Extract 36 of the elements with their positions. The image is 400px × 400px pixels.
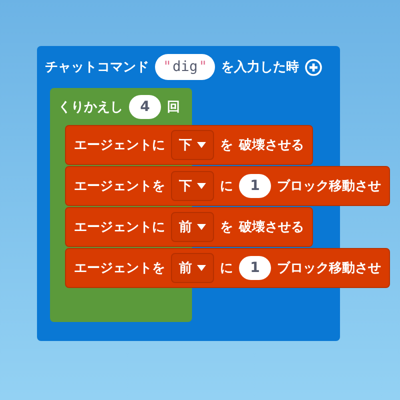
add-icon[interactable] — [305, 58, 322, 76]
block-label: を入力した時 — [221, 58, 300, 76]
direction-dropdown[interactable]: 前 — [171, 212, 214, 242]
caret-icon — [197, 142, 206, 148]
quote-mark: " — [198, 59, 208, 75]
caret-icon — [197, 265, 206, 271]
block-label: チャットコマンド — [45, 59, 149, 76]
block-label: エージェントに — [74, 137, 165, 154]
number-field[interactable]: 1 — [239, 174, 271, 198]
dropdown-value: 下 — [179, 178, 192, 195]
number-field[interactable]: 4 — [129, 94, 161, 118]
dropdown-value: 前 — [179, 260, 192, 277]
block-label: エージェントを — [74, 260, 165, 277]
caret-icon — [197, 224, 206, 230]
block-label: エージェントに — [74, 219, 165, 236]
block-label: を — [220, 219, 233, 236]
block-label: に — [220, 260, 233, 277]
quote-mark: " — [163, 59, 172, 75]
field-value: dig — [172, 59, 198, 75]
direction-dropdown[interactable]: 前 — [171, 253, 214, 283]
direction-dropdown[interactable]: 下 — [171, 171, 214, 201]
dropdown-value: 下 — [179, 137, 192, 154]
block-label: 破壊させる — [239, 219, 304, 236]
direction-dropdown[interactable]: 下 — [171, 130, 214, 160]
text-field[interactable]: "dig" — [155, 54, 216, 80]
block-label: を — [220, 137, 233, 154]
block-label: くりかえし — [58, 98, 123, 116]
number-field[interactable]: 1 — [239, 256, 271, 280]
dropdown-value: 前 — [179, 219, 192, 236]
block-label: ブロック移動させ — [277, 260, 381, 277]
block-label: エージェントを — [74, 178, 165, 195]
block-label: 破壊させる — [239, 137, 304, 154]
block-label: ブロック移動させ — [277, 178, 381, 195]
block-label: 回 — [167, 98, 180, 116]
block-label: に — [220, 178, 233, 195]
caret-icon — [197, 183, 206, 189]
